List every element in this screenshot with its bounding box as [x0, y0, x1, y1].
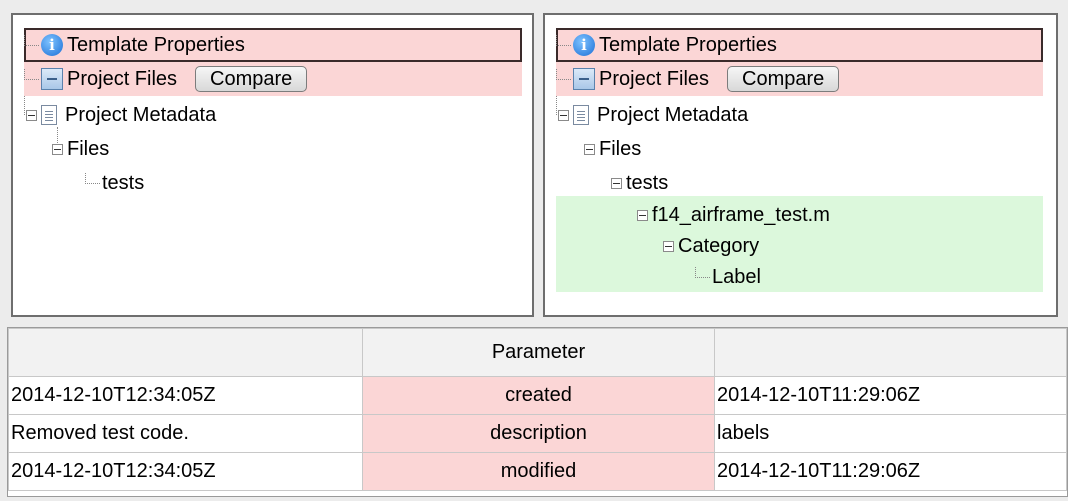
tree-item-template-properties[interactable]: i Template Properties [24, 28, 522, 62]
parameter-cell[interactable]: created [362, 376, 715, 415]
tree-item-label: Label [712, 265, 761, 288]
collapse-icon[interactable] [52, 143, 63, 155]
parameter-cell[interactable]: modified [362, 452, 715, 491]
collapse-icon[interactable] [611, 177, 622, 189]
left-value-cell[interactable]: Removed test code. [8, 414, 363, 453]
tree-item-files[interactable]: Files [584, 132, 641, 166]
tree-item-label-node[interactable]: Label [695, 260, 761, 294]
tree-item-label: Files [67, 137, 110, 160]
tree-item-label: tests [102, 171, 145, 194]
tree-connector [24, 34, 39, 46]
tree-item-label: Project Files [599, 67, 710, 90]
parameter-table: Parameter 2014-12-10T12:34:05Z created 2… [7, 327, 1068, 497]
tree-item-files[interactable]: Files [52, 132, 109, 166]
info-icon: i [41, 34, 63, 56]
tree-item-test-file[interactable]: f14_airframe_test.m [637, 198, 830, 232]
collapse-icon[interactable] [663, 240, 674, 252]
right-value-cell[interactable]: labels [714, 414, 1067, 453]
tree-item-project-files[interactable]: Project Files Compare [24, 62, 522, 96]
tree-item-project-metadata[interactable]: Project Metadata [558, 98, 748, 132]
tree-item-template-properties[interactable]: i Template Properties [556, 28, 1043, 62]
tree-item-project-metadata[interactable]: Project Metadata [26, 98, 216, 132]
tree-connector [556, 34, 571, 46]
tree-connector [556, 68, 571, 80]
tree-connector [24, 68, 39, 80]
document-icon [41, 105, 57, 125]
project-files-icon [573, 68, 595, 90]
tree-item-label: f14_airframe_test.m [652, 203, 830, 226]
left-value-cell[interactable]: 2014-12-10T12:34:05Z [8, 376, 363, 415]
tree-item-category[interactable]: Category [663, 229, 759, 263]
column-header-left[interactable] [8, 328, 363, 377]
tree-item-label: Template Properties [67, 33, 245, 56]
tree-item-label: Project Files [67, 67, 178, 90]
right-comparison-tree: i Template Properties Project Files Comp… [543, 13, 1058, 317]
collapse-icon[interactable] [637, 209, 648, 221]
table-row[interactable]: 2014-12-10T12:34:05Z modified 2014-12-10… [8, 452, 1067, 491]
tree-item-label: Project Metadata [597, 103, 749, 126]
compare-button[interactable]: Compare [727, 66, 840, 92]
right-value-cell[interactable]: 2014-12-10T11:29:06Z [714, 452, 1067, 491]
table-header-row: Parameter [8, 328, 1067, 377]
parameter-cell[interactable]: description [362, 414, 715, 453]
info-icon: i [573, 34, 595, 56]
tree-item-label: tests [626, 171, 669, 194]
tree-connector [85, 172, 100, 184]
tree-item-label: Template Properties [599, 33, 777, 56]
left-value-cell[interactable]: 2014-12-10T12:34:05Z [8, 452, 363, 491]
column-header-parameter[interactable]: Parameter [362, 328, 715, 377]
tree-item-label: Project Metadata [65, 103, 217, 126]
collapse-icon[interactable] [26, 109, 37, 121]
collapse-icon[interactable] [558, 109, 569, 121]
tree-item-label: Files [599, 137, 642, 160]
right-value-cell[interactable]: 2014-12-10T11:29:06Z [714, 376, 1067, 415]
collapse-icon[interactable] [584, 143, 595, 155]
table-row[interactable]: 2014-12-10T12:34:05Z created 2014-12-10T… [8, 376, 1067, 415]
tree-item-label: Category [678, 234, 760, 257]
tree-item-project-files[interactable]: Project Files Compare [556, 62, 1043, 96]
left-comparison-tree: i Template Properties Project Files Comp… [11, 13, 534, 317]
tree-item-tests[interactable]: tests [85, 166, 144, 200]
table-row[interactable]: Removed test code. description labels [8, 414, 1067, 453]
project-files-icon [41, 68, 63, 90]
tree-connector [695, 266, 710, 278]
compare-button[interactable]: Compare [195, 66, 308, 92]
document-icon [573, 105, 589, 125]
tree-item-tests[interactable]: tests [611, 166, 668, 200]
column-header-right[interactable] [714, 328, 1067, 377]
